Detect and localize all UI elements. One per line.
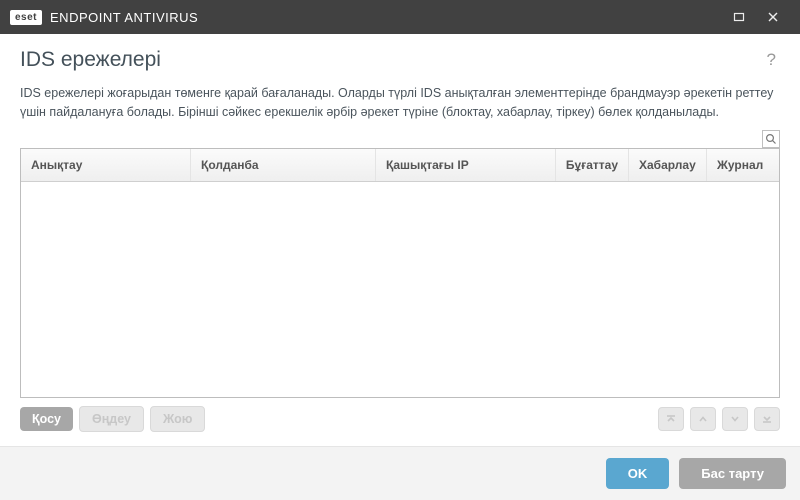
col-detection[interactable]: Анықтау xyxy=(21,149,191,181)
rules-table: Анықтау Қолданба Қашықтағы IP Бұғаттау Х… xyxy=(20,148,780,398)
ok-button[interactable]: OK xyxy=(606,458,670,489)
add-button[interactable]: Қосу xyxy=(20,407,73,431)
window-minimize-button[interactable] xyxy=(722,0,756,34)
move-bottom-button xyxy=(754,407,780,431)
brand-text: ENDPOINT ANTIVIRUS xyxy=(50,10,198,25)
table-body[interactable] xyxy=(21,182,779,397)
col-notify[interactable]: Хабарлау xyxy=(629,149,707,181)
dialog-footer: OK Бас тарту xyxy=(0,446,800,500)
table-actions: Қосу Өңдеу Жою xyxy=(20,406,780,432)
description-text: IDS ережелері жоғарыдан төменге қарай ба… xyxy=(20,84,780,122)
move-down-button xyxy=(722,407,748,431)
help-button[interactable]: ? xyxy=(763,50,780,70)
search-button[interactable] xyxy=(762,130,780,148)
move-top-button xyxy=(658,407,684,431)
col-block[interactable]: Бұғаттау xyxy=(556,149,629,181)
delete-button: Жою xyxy=(150,406,205,432)
chevron-bottom-icon xyxy=(761,413,773,425)
search-icon xyxy=(765,133,777,145)
table-header: Анықтау Қолданба Қашықтағы IP Бұғаттау Х… xyxy=(21,149,779,182)
chevron-up-icon xyxy=(697,413,709,425)
page-title: IDS ережелері xyxy=(20,48,763,72)
chevron-top-icon xyxy=(665,413,677,425)
window-close-button[interactable] xyxy=(756,0,790,34)
chevron-down-icon xyxy=(729,413,741,425)
cancel-button[interactable]: Бас тарту xyxy=(679,458,786,489)
brand-badge: eset xyxy=(10,10,42,25)
minimize-icon xyxy=(733,11,745,23)
content-area: IDS ережелері ? IDS ережелері жоғарыдан … xyxy=(0,34,800,446)
titlebar: eset ENDPOINT ANTIVIRUS xyxy=(0,0,800,34)
col-application[interactable]: Қолданба xyxy=(191,149,376,181)
col-log[interactable]: Журнал xyxy=(707,149,779,181)
close-icon xyxy=(767,11,779,23)
edit-button: Өңдеу xyxy=(79,406,144,432)
move-up-button xyxy=(690,407,716,431)
col-remote-ip[interactable]: Қашықтағы IP xyxy=(376,149,556,181)
